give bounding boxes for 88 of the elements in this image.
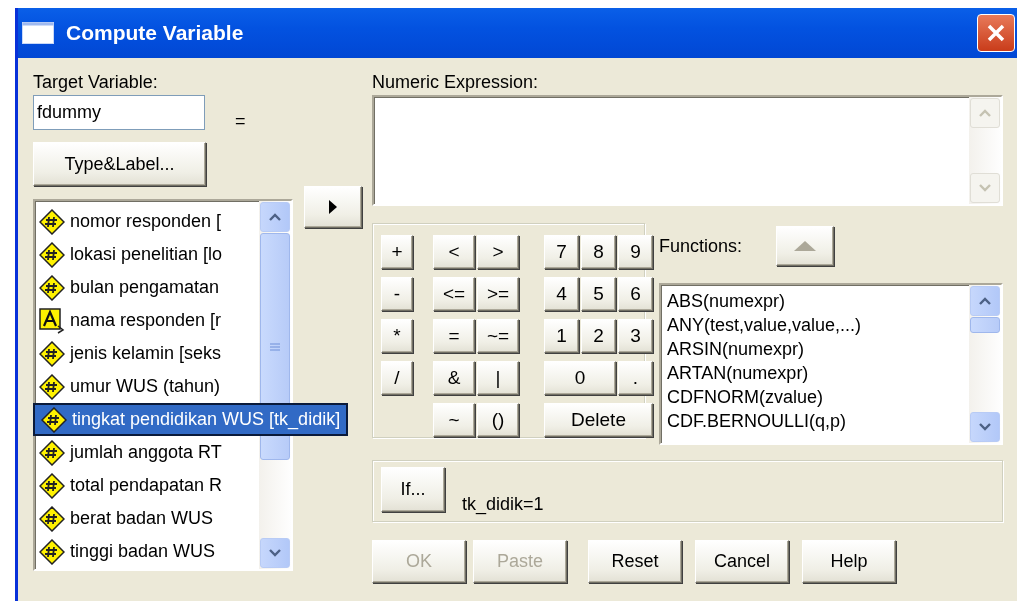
variable-item[interactable]: tingkat pendidikan WUS [tk_didik]: [33, 403, 349, 436]
window-icon: [22, 22, 54, 44]
scroll-down-button[interactable]: [260, 538, 290, 568]
chevron-up-icon: [979, 297, 991, 305]
chevron-up-icon: [979, 109, 991, 117]
keypad-button[interactable]: 7: [544, 235, 579, 269]
variable-item[interactable]: jenis kelamin [seks: [35, 337, 258, 370]
scroll-up-button[interactable]: [970, 286, 1000, 316]
variable-item[interactable]: umur WUS (tahun): [35, 370, 258, 403]
functions-label: Functions:: [659, 235, 743, 258]
diamond-hash-icon: [39, 241, 65, 268]
keypad-button[interactable]: -: [381, 277, 413, 311]
function-item[interactable]: ANY(test,value,value,...): [667, 313, 862, 337]
field-label: Target Variable:: [33, 71, 159, 94]
keypad-button[interactable]: .: [618, 361, 653, 395]
window-title: Compute Variable: [66, 21, 245, 45]
variable-item[interactable]: bulan pengamatan: [35, 271, 258, 304]
keypad-button[interactable]: 3: [618, 319, 653, 353]
keypad-button[interactable]: |: [477, 361, 519, 395]
diamond-hash-icon: [39, 340, 65, 367]
chevron-down-icon: [979, 184, 991, 192]
function-item[interactable]: CDF.BERNOULLI(q,p): [667, 409, 862, 433]
string-type-icon: [39, 307, 65, 334]
close-button[interactable]: [977, 14, 1015, 52]
variable-item[interactable]: jumlah anggota RT: [35, 436, 258, 469]
diamond-hash-icon: [39, 472, 65, 499]
if-button[interactable]: If...: [381, 467, 445, 512]
diamond-hash-icon: [39, 373, 65, 400]
move-right-button[interactable]: [304, 186, 362, 228]
variable-item[interactable]: total pendapatan R: [35, 469, 258, 502]
grip-icon: [270, 342, 280, 351]
scrollbar[interactable]: [969, 285, 1001, 443]
keypad-button[interactable]: 8: [581, 235, 616, 269]
keypad-button[interactable]: >: [477, 235, 519, 269]
keypad-button[interactable]: +: [381, 235, 413, 269]
function-item[interactable]: CDFNORM(zvalue): [667, 385, 862, 409]
keypad-button[interactable]: *: [381, 319, 413, 353]
variable-item[interactable]: lokasi penelitian [lo: [35, 238, 258, 271]
diamond-hash-icon: [39, 274, 65, 301]
triangle-right-icon: [329, 200, 337, 214]
keypad-button[interactable]: <=: [433, 277, 475, 311]
chevron-up-icon: [269, 213, 281, 221]
diamond-hash-icon: [39, 505, 65, 532]
type-label-button[interactable]: Type&Label...: [33, 142, 206, 186]
keypad-button[interactable]: /: [381, 361, 413, 395]
chevron-down-icon: [979, 423, 991, 431]
keypad-button[interactable]: &: [433, 361, 475, 395]
scroll-down-button[interactable]: [970, 412, 1000, 442]
function-item[interactable]: ARTAN(numexpr): [667, 361, 862, 385]
chevron-down-icon: [269, 549, 281, 557]
variable-item[interactable]: nama responden [r: [35, 304, 258, 337]
variable-item[interactable]: tinggi badan WUS: [35, 535, 258, 568]
keypad-button[interactable]: 4: [544, 277, 579, 311]
variable-item[interactable]: nomor responden [: [35, 205, 258, 238]
dialog-button[interactable]: Reset: [588, 540, 682, 583]
triangle-up-icon: [794, 241, 817, 251]
target-variable-field[interactable]: fdummy: [33, 95, 205, 130]
close-icon: [986, 23, 1006, 43]
keypad-button[interactable]: ~: [433, 403, 475, 437]
functions-list[interactable]: ABS(numexpr) ANY(test,value,value,...) ARSIN(numexpr) ARTAN(numexpr) CDFNORM(zvalue) CDF.BERNOULLI(q,p): [659, 283, 1003, 445]
keypad-button[interactable]: (): [477, 403, 519, 437]
variable-item[interactable]: berat badan WUS: [35, 502, 258, 535]
function-item[interactable]: ABS(numexpr): [667, 289, 862, 313]
function-item[interactable]: ARSIN(numexpr): [667, 337, 862, 361]
keypad-button[interactable]: 9: [618, 235, 653, 269]
diamond-hash-icon: [39, 208, 65, 235]
equals-sign: =: [235, 110, 246, 133]
scroll-up-button[interactable]: [260, 202, 290, 232]
diamond-hash-icon: [39, 439, 65, 466]
keypad-button[interactable]: >=: [477, 277, 519, 311]
keypad-button[interactable]: 5: [581, 277, 616, 311]
dialog-button[interactable]: Help: [802, 540, 896, 583]
keypad-button[interactable]: <: [433, 235, 475, 269]
keypad-button[interactable]: ~=: [477, 319, 519, 353]
move-up-button[interactable]: [776, 226, 835, 266]
numeric-expression-field[interactable]: [372, 95, 1003, 206]
dialog-button[interactable]: Cancel: [695, 540, 789, 583]
keypad-button[interactable]: =: [433, 319, 475, 353]
scroll-thumb[interactable]: [970, 317, 1000, 333]
diamond-hash-icon: [39, 538, 65, 565]
condition-text: tk_didik=1: [462, 493, 544, 516]
keypad-button[interactable]: 0: [544, 361, 616, 395]
keypad-button[interactable]: 6: [618, 277, 653, 311]
keypad-button[interactable]: Delete: [544, 403, 653, 437]
keypad-button[interactable]: 2: [581, 319, 616, 353]
field-label: Numeric Expression:: [372, 71, 540, 94]
diamond-hash-icon: [41, 406, 67, 433]
keypad-button[interactable]: 1: [544, 319, 579, 353]
